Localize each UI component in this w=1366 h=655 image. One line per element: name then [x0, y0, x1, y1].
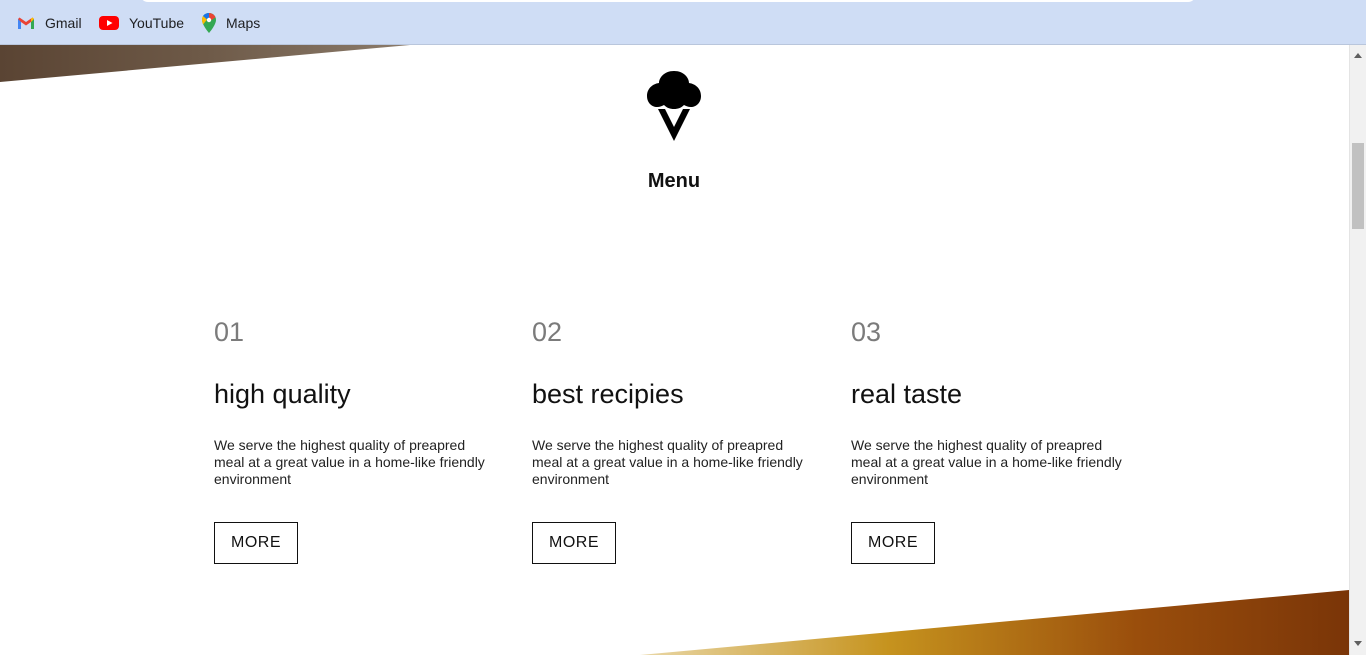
bookmark-gmail[interactable]: Gmail — [17, 12, 82, 34]
feature-number: 02 — [532, 317, 563, 347]
feature-title: high quality — [214, 379, 351, 409]
bookmark-label: Maps — [226, 15, 261, 31]
gmail-icon — [18, 17, 34, 29]
bookmark-label: YouTube — [129, 15, 185, 31]
bookmark-maps[interactable]: Maps — [202, 12, 260, 34]
feature-title: best recipies — [532, 379, 684, 409]
ice-cream-icon — [647, 71, 701, 141]
scroll-down-icon[interactable] — [1354, 641, 1362, 646]
youtube-icon — [99, 16, 119, 30]
more-button[interactable]: MORE — [214, 522, 298, 564]
maps-icon — [202, 13, 216, 33]
scroll-up-icon[interactable] — [1354, 53, 1362, 58]
vertical-scrollbar[interactable] — [1349, 45, 1366, 655]
feature-title: real taste — [851, 379, 963, 409]
more-button[interactable]: MORE — [851, 522, 935, 564]
more-button[interactable]: MORE — [532, 522, 616, 564]
page-viewport: Menu 01 high quality We serve the highes… — [0, 45, 1349, 655]
bookmark-label: Gmail — [45, 15, 82, 31]
address-bar-edge — [140, 0, 1196, 2]
menu-link[interactable]: Menu — [574, 170, 774, 193]
feature-description: We serve the highest quality of preapred… — [851, 437, 1122, 487]
feature-card-3: 03 real taste We serve the highest quali… — [851, 315, 1141, 564]
feature-card-2: 02 best recipies We serve the highest qu… — [532, 315, 822, 564]
bookmark-youtube[interactable]: YouTube — [99, 12, 184, 34]
feature-number: 03 — [851, 317, 882, 347]
feature-description: We serve the highest quality of preapred… — [532, 437, 803, 487]
bookmarks-bar: Gmail YouTube Maps — [0, 0, 1366, 45]
feature-number: 01 — [214, 317, 245, 347]
feature-card-1: 01 high quality We serve the highest qua… — [214, 315, 504, 564]
scrollbar-thumb[interactable] — [1352, 143, 1364, 229]
feature-description: We serve the highest quality of preapred… — [214, 437, 485, 487]
